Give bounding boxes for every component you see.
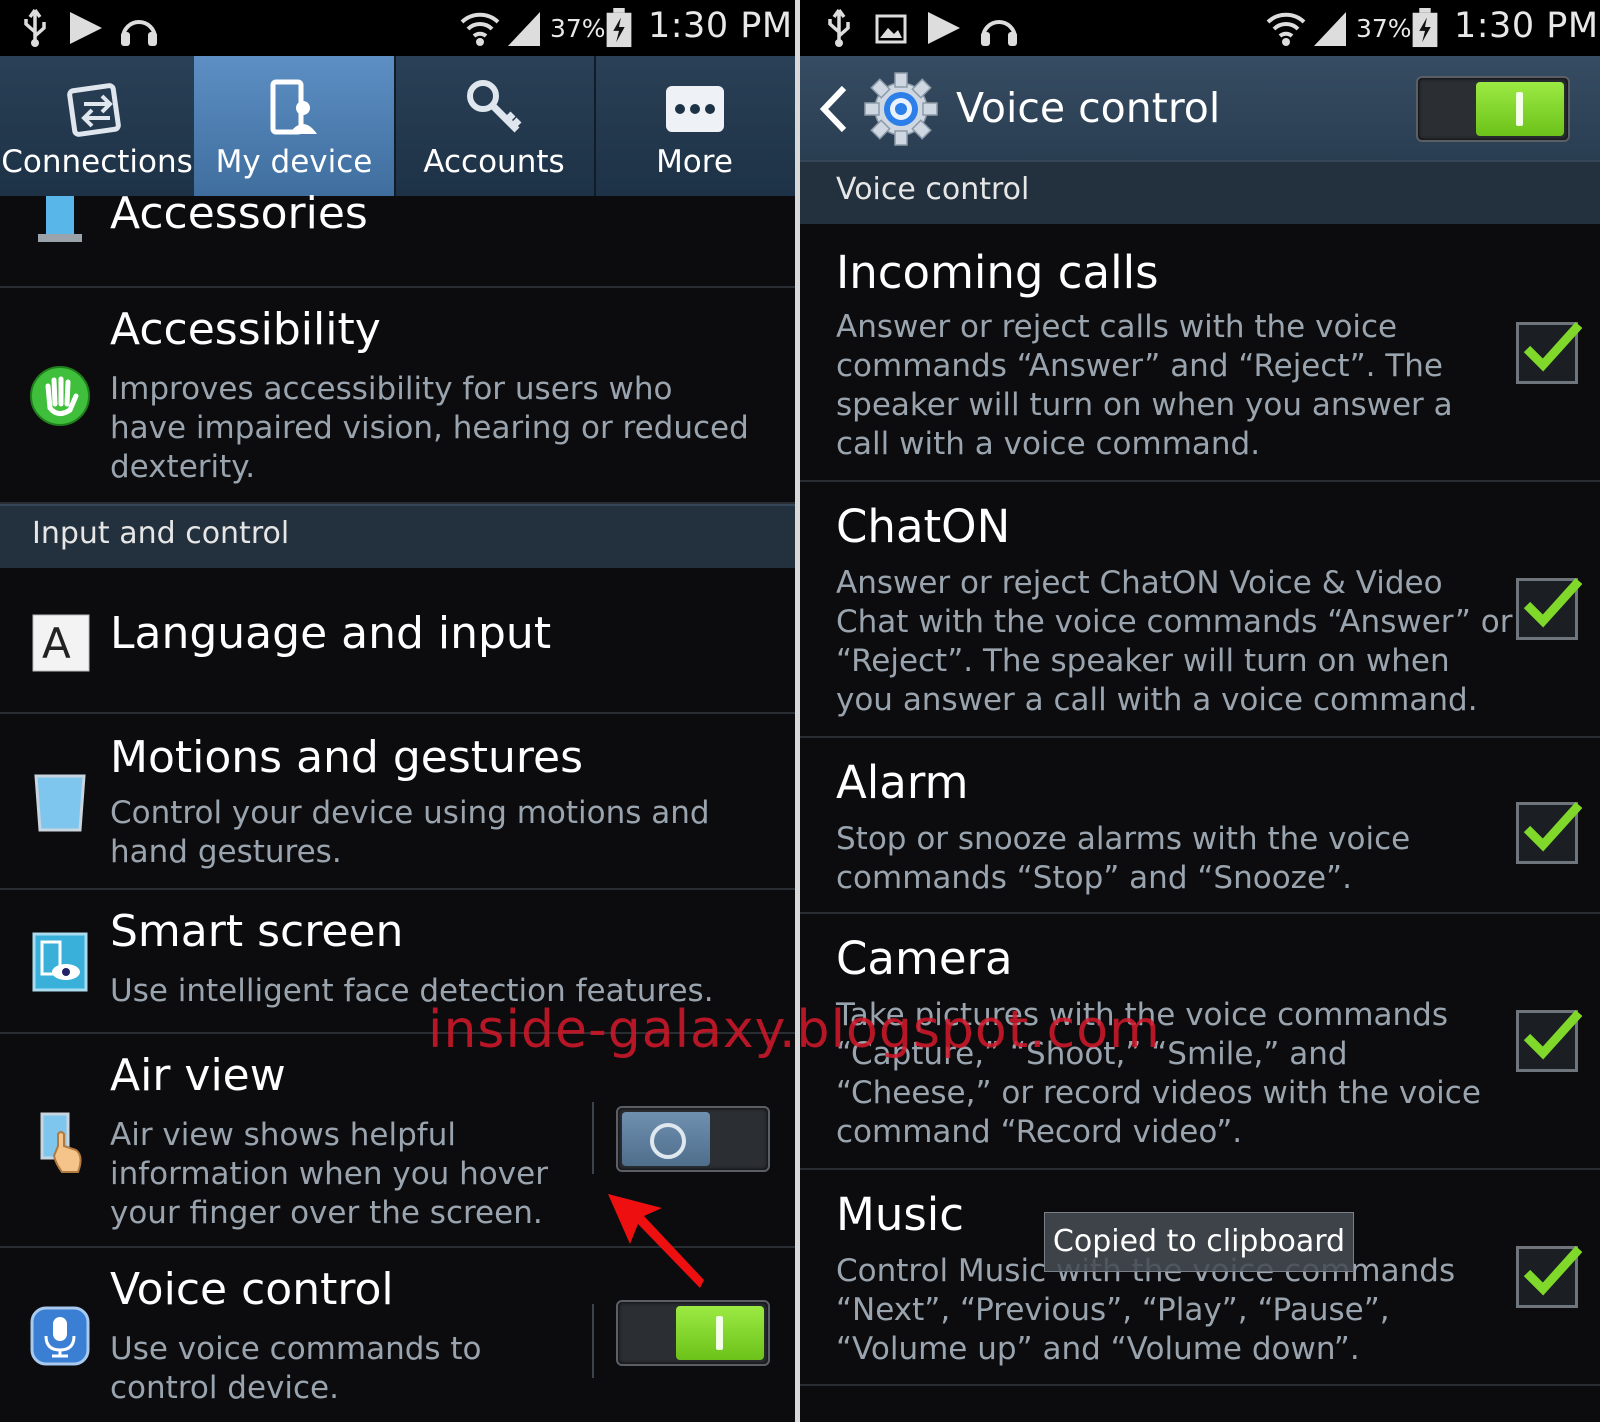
checkmark-icon [1523,801,1583,852]
divider [592,1304,594,1378]
list-item-music[interactable]: Music Control Music with the voice comma… [800,1170,1600,1386]
tab-label: Connections [1,144,193,180]
usb-icon [828,8,850,47]
list-item-chaton[interactable]: ChatON Answer or reject ChatON Voice & V… [800,482,1600,738]
tab-bar: Connections My device Accounts More [0,56,795,196]
chaton-checkbox[interactable] [1516,577,1583,640]
microphone-icon [30,1306,90,1366]
list-item-accessibility[interactable]: Accessibility Improves accessibility for… [0,288,795,504]
clock: 1:30 PM [1454,6,1599,46]
row-description: Improves accessibility for users who hav… [110,371,749,485]
signal-icon [508,12,540,46]
voice-control-switch[interactable] [616,1300,770,1366]
battery-charging-icon [606,8,632,48]
list-item-alarm[interactable]: Alarm Stop or snooze alarms with the voi… [800,738,1600,914]
red-arrow-annotation [608,1194,704,1288]
air-view-hand-icon [40,1112,82,1173]
row-description: Answer or reject ChatON Voice & Video Ch… [836,565,1513,718]
action-bar: Voice control [800,56,1600,160]
row-description: Control your device using motions and ha… [110,795,710,870]
back-chevron-icon[interactable] [818,84,850,134]
battery-percent: 37% [1356,14,1412,43]
headphones-icon [981,20,1017,46]
headphones-icon [121,20,157,46]
row-title: Accessibility [110,304,381,355]
row-title: Alarm [836,756,969,809]
section-label: Voice control [836,172,1030,207]
list-item-voice-control[interactable]: Voice control Use voice commands to cont… [0,1194,795,1422]
image-icon [875,14,907,44]
row-description: Stop or snooze alarms with the voice com… [836,821,1411,896]
right-screen: 37% 1:30 PM Voice control Voice control … [800,0,1600,1422]
music-checkbox[interactable] [1516,1245,1583,1308]
key-icon [467,80,522,133]
list-item-incoming-calls[interactable]: Incoming calls Answer or reject calls wi… [800,224,1600,482]
play-icon [928,12,960,44]
language-a-icon: A [32,614,90,672]
status-bar: 37% 1:30 PM [0,0,795,56]
row-title: Incoming calls [836,246,1159,299]
row-title: Smart screen [110,906,404,957]
section-header-voice-control: Voice control [800,160,1600,224]
battery-percent: 37% [550,14,606,43]
checkmark-icon [1523,577,1583,628]
row-title: Motions and gestures [110,732,584,783]
row-title: Accessories [110,188,368,239]
row-title: Music [836,1188,965,1241]
section-header-input-control: Input and control [0,504,795,568]
checkmark-icon [1523,321,1583,372]
tab-label: My device [215,144,373,180]
wifi-icon [1266,12,1306,46]
incoming-calls-checkbox[interactable] [1516,321,1583,384]
connections-icon [67,83,121,137]
clock: 1:30 PM [648,6,793,46]
row-description: Air view shows helpful information when … [110,1117,548,1231]
motion-phone-icon [34,774,86,832]
voice-control-master-switch[interactable] [1416,76,1570,142]
more-dots-icon [665,86,724,132]
play-icon [70,12,102,44]
my-device-icon [270,79,317,135]
status-bar: 37% 1:30 PM [800,0,1600,56]
air-view-switch[interactable] [616,1106,770,1172]
accessibility-hand-icon [30,366,90,426]
page-title: Voice control [956,84,1221,132]
svg-text:A: A [42,619,71,668]
divider [592,1102,594,1174]
battery-charging-icon [1412,8,1438,48]
row-title: Camera [836,932,1013,985]
tab-accounts[interactable]: Accounts [394,56,596,196]
accessory-icon [38,196,82,242]
signal-icon [1314,12,1346,46]
row-description: Use voice commands to control device. [110,1331,482,1406]
usb-icon [24,8,46,47]
tab-label: Accounts [423,144,565,180]
tab-more[interactable]: More [594,56,795,196]
switch-knob [676,1306,764,1360]
tab-my-device[interactable]: My device [194,56,396,196]
list-item-language-input[interactable]: A Language and input [0,568,795,714]
section-label: Input and control [32,516,290,551]
camera-checkbox[interactable] [1516,1009,1583,1072]
row-title: ChatON [836,500,1011,553]
checkmark-icon [1523,1245,1583,1296]
watermark: inside-galaxy.blogspot.com [428,1000,1161,1060]
row-description: Answer or reject calls with the voice co… [836,309,1453,462]
tab-label: More [656,144,733,180]
row-title: Language and input [110,608,552,659]
left-screen: 37% 1:30 PM Connections My device Accoun… [0,0,795,1422]
smart-screen-eye-icon [32,932,88,992]
switch-knob [1476,82,1564,136]
tab-connections[interactable]: Connections [0,56,196,196]
row-title: Air view [110,1050,286,1101]
checkmark-icon [1523,1009,1583,1060]
row-title: Voice control [110,1264,394,1315]
settings-gear-icon [864,72,938,146]
wifi-icon [460,12,500,46]
toast-copied: Copied to clipboard [1044,1212,1354,1272]
list-item-motions-gestures[interactable]: Motions and gestures Control your device… [0,714,795,890]
alarm-checkbox[interactable] [1516,801,1583,864]
list-item-accessories[interactable]: Accessories [0,188,795,288]
switch-knob [622,1112,710,1166]
